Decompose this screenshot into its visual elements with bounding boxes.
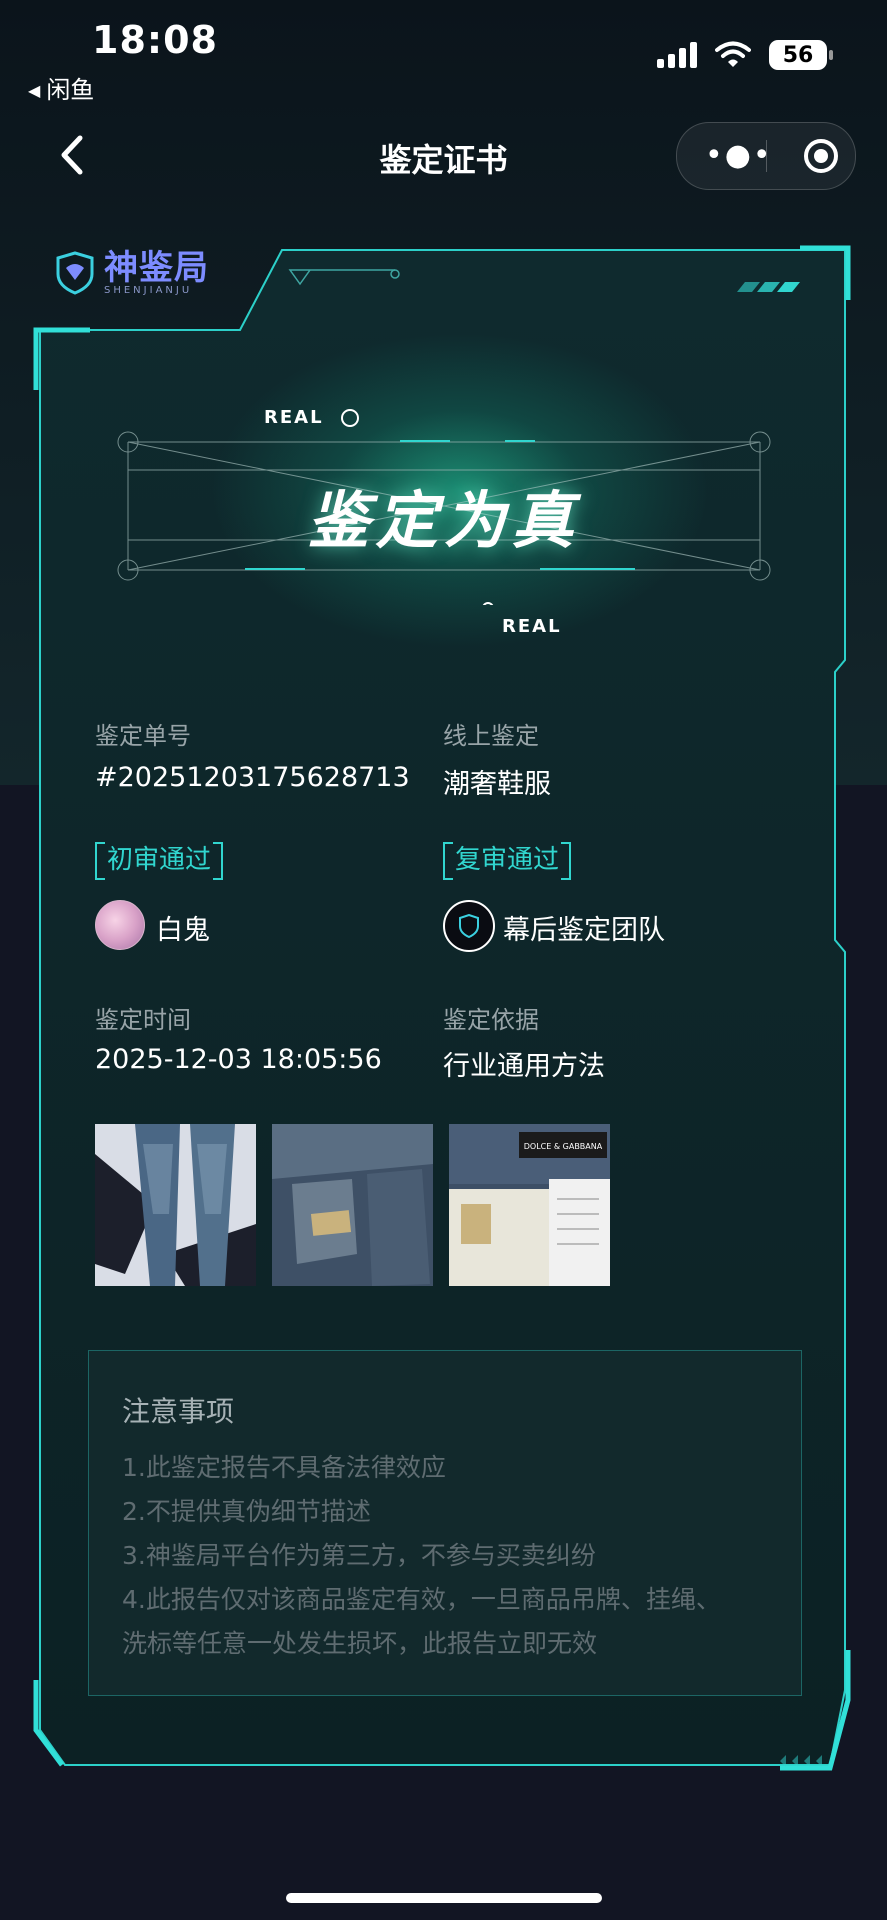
brand-logo: 神鉴局 SHENJIANJU: [52, 250, 209, 296]
order-number-label: 鉴定单号: [95, 722, 191, 750]
second-review-tag: 复审通过: [443, 842, 572, 880]
basis-value: 行业通用方法: [443, 1051, 605, 1082]
first-reviewer-avatar: [95, 900, 145, 950]
notice-line-2: 2.不提供真伪细节描述: [122, 1497, 371, 1526]
mini-program-capsule: •●•: [676, 122, 856, 190]
notice-line-5: 洗标等任意一处发生损坏，此报告立即无效: [122, 1629, 598, 1658]
back-app-label: 闲鱼: [46, 76, 95, 104]
order-number-value: #20251203175628713: [95, 762, 410, 793]
home-indicator[interactable]: [286, 1893, 602, 1903]
status-time: 18:08: [92, 18, 218, 62]
real-badge-bottom: REAL: [502, 616, 562, 637]
wifi-icon: [715, 41, 751, 67]
result-title: 鉴定为真: [307, 484, 580, 557]
battery-level: 56: [782, 42, 814, 68]
more-icon[interactable]: •●•: [705, 141, 773, 171]
brand-label-image: DOLCE & GABBANA: [449, 1124, 610, 1286]
close-target-icon[interactable]: [803, 138, 839, 174]
channel-label: 线上鉴定: [443, 722, 539, 750]
cellular-signal-icon: [657, 42, 697, 68]
label-brand-text: DOLCE & GABBANA: [524, 1142, 603, 1151]
time-value: 2025-12-03 18:05:56: [95, 1044, 382, 1075]
notice-title: 注意事项: [122, 1395, 235, 1428]
back-to-app-link[interactable]: ◀ 闲鱼: [28, 70, 94, 105]
photo-jeans-back[interactable]: [272, 1124, 433, 1286]
status-icons: 56: [657, 40, 833, 70]
notice-line-3: 3.神鉴局平台作为第三方，不参与买卖纠纷: [122, 1541, 596, 1570]
logo-name: 神鉴局: [104, 247, 209, 288]
notice-line-4: 4.此报告仅对该商品鉴定有效，一旦商品吊牌、挂绳、: [122, 1585, 721, 1614]
back-triangle-icon: ◀: [28, 81, 41, 100]
basis-label: 鉴定依据: [443, 1006, 539, 1034]
jeans-back-image: [272, 1124, 433, 1286]
second-reviewer-name: 幕后鉴定团队: [503, 915, 665, 946]
team-avatar: [443, 900, 495, 952]
photo-brand-label[interactable]: DOLCE & GABBANA: [449, 1124, 610, 1286]
category-value: 潮奢鞋服: [443, 769, 551, 800]
time-label: 鉴定时间: [95, 1006, 191, 1034]
photo-jeans-front[interactable]: [95, 1124, 256, 1286]
real-badge-top: REAL: [264, 407, 324, 428]
capsule-divider: [766, 140, 767, 172]
notice-line-1: 1.此鉴定报告不具备法律效应: [122, 1453, 446, 1482]
shield-logo-icon: [459, 914, 479, 938]
shield-logo-icon: [56, 251, 94, 295]
jeans-front-image: [95, 1124, 256, 1286]
first-review-tag: 初审通过: [95, 842, 224, 880]
battery-icon: 56: [769, 40, 833, 70]
first-reviewer-name: 白鬼: [156, 915, 210, 946]
